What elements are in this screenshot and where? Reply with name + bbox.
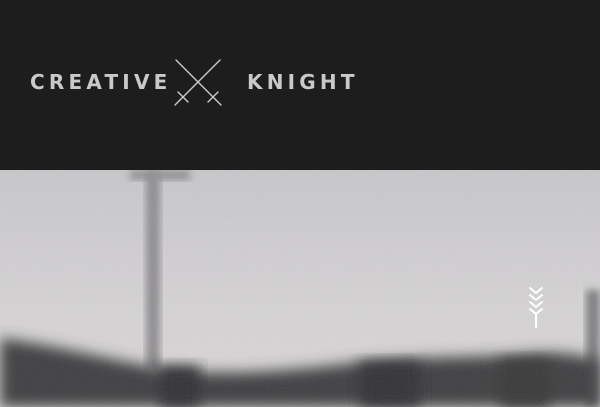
site-header: CREATIVE KNIGHT bbox=[0, 0, 600, 170]
hero-image bbox=[0, 170, 600, 407]
logo-text-knight[interactable]: KNIGHT bbox=[247, 70, 359, 94]
blurred-photo-background bbox=[0, 170, 600, 407]
crossed-swords-icon[interactable] bbox=[172, 58, 224, 108]
page: CREATIVE KNIGHT bbox=[0, 0, 600, 407]
logo-text-creative[interactable]: CREATIVE bbox=[30, 70, 172, 94]
wheat-icon[interactable] bbox=[526, 285, 546, 329]
